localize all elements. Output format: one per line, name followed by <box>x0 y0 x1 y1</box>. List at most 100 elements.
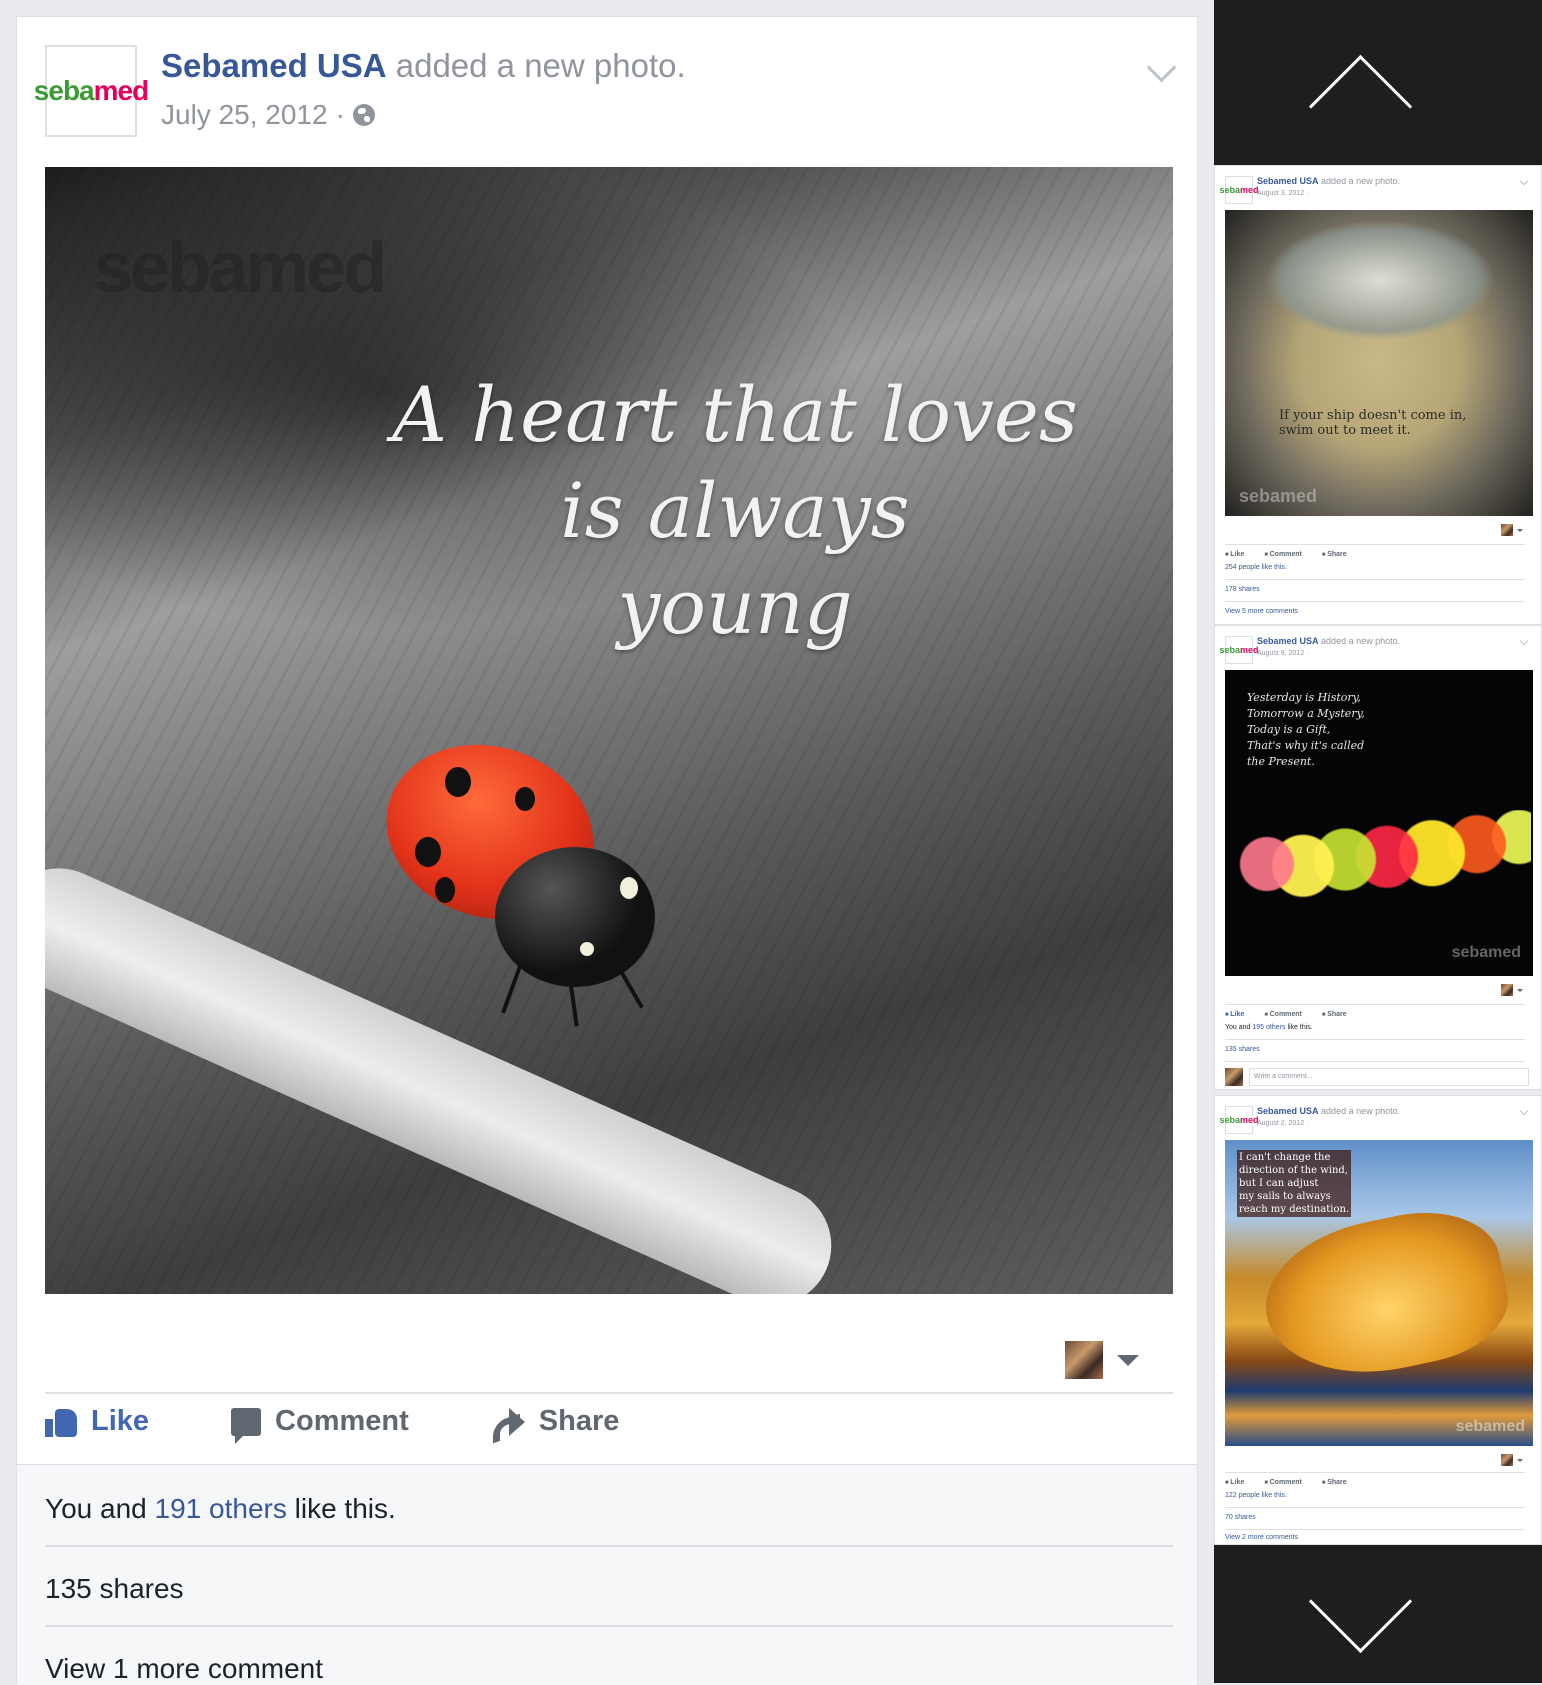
likes-suffix: like this. <box>1287 1024 1313 1031</box>
feedback-section: You and 191 others like this. 135 shares… <box>17 1464 1197 1685</box>
previous-post-button[interactable] <box>1214 0 1542 165</box>
post-date-link[interactable]: August 3, 2012 · <box>1257 190 1308 197</box>
reaction-selector[interactable] <box>1501 984 1523 996</box>
photo-quote-text: I can't change the direction of the wind… <box>1237 1150 1352 1217</box>
post-actions: Like Comment Share <box>1225 544 1525 558</box>
post-action-text: added a new photo. <box>395 47 686 84</box>
likes-suffix: like this. <box>294 1493 396 1524</box>
thumbs-up-icon <box>45 1407 77 1437</box>
share-label: Share <box>538 1405 620 1437</box>
comment-button[interactable]: Comment <box>231 1405 409 1444</box>
feedback-divider <box>45 1545 1173 1547</box>
comment-icon <box>231 1407 262 1444</box>
post-photo[interactable]: If your ship doesn't come in, swim out t… <box>1225 210 1533 516</box>
post-date-link[interactable]: August 9, 2012 · <box>1257 650 1308 657</box>
post-header: Sebamed USA added a new photo. July 25, … <box>161 47 686 131</box>
shares-link[interactable]: 135 shares <box>1225 1046 1260 1053</box>
comment-button[interactable]: Comment <box>1264 551 1302 558</box>
globe-icon[interactable] <box>352 104 375 126</box>
likes-prefix: You and <box>1225 1024 1251 1031</box>
page-name-link[interactable]: Sebamed USA <box>1257 1106 1319 1116</box>
post-options-chevron-icon[interactable] <box>1519 176 1529 186</box>
comment-composer: Write a comment... <box>1225 1068 1529 1086</box>
likes-prefix: You and <box>45 1493 147 1524</box>
preview-post-3[interactable]: seba med Sebamed USA added a new photo. A… <box>1214 1095 1542 1545</box>
post-date-link[interactable]: July 25, 2012 <box>161 99 328 131</box>
post-headline: Sebamed USA added a new photo. <box>161 47 686 85</box>
likes-summary: You and 195 others like this. <box>1225 1024 1313 1031</box>
shares-link[interactable]: 135 shares <box>45 1573 184 1605</box>
like-button[interactable]: Like <box>1225 1011 1244 1018</box>
post-photo[interactable]: sebamed A heart that loves is always you… <box>45 167 1173 1294</box>
reaction-selector[interactable] <box>1501 524 1523 536</box>
feedback-divider <box>1225 1507 1525 1508</box>
post-options-chevron-icon[interactable] <box>1519 1106 1529 1116</box>
feedback-divider <box>1225 579 1525 580</box>
user-avatar <box>1065 1341 1103 1379</box>
shares-link[interactable]: 70 shares <box>1225 1514 1256 1521</box>
like-button[interactable]: Like <box>1225 1479 1244 1486</box>
share-icon <box>491 1407 525 1436</box>
reaction-selector[interactable] <box>1065 1341 1139 1379</box>
shares-link[interactable]: 178 shares <box>1225 586 1260 593</box>
page-name-link[interactable]: Sebamed USA <box>1257 636 1319 646</box>
view-more-comments-link[interactable]: View 2 more comments <box>1225 1534 1298 1541</box>
post-photo[interactable]: I can't change the direction of the wind… <box>1225 1140 1533 1446</box>
post-action-text: added a new photo. <box>1321 176 1401 186</box>
post-options-chevron-icon[interactable] <box>1146 52 1177 83</box>
page-name-link[interactable]: Sebamed USA <box>1257 176 1319 186</box>
comment-button[interactable]: Comment <box>1264 1011 1302 1018</box>
likes-summary[interactable]: 254 people like this. <box>1225 564 1287 571</box>
ladybug-image <box>363 718 695 1027</box>
likes-others-link[interactable]: 191 others <box>155 1493 287 1524</box>
logo-text-med: med <box>93 75 150 106</box>
comment-button[interactable]: Comment <box>1264 1479 1302 1486</box>
feedback-divider <box>1225 1039 1525 1040</box>
preview-post-2[interactable]: seba med Sebamed USA added a new photo. A… <box>1214 625 1542 1090</box>
feedback-divider <box>1225 601 1525 602</box>
comment-label: Comment <box>275 1405 409 1437</box>
share-button[interactable]: Share <box>1322 1479 1346 1486</box>
post-options-chevron-icon[interactable] <box>1519 636 1529 646</box>
comment-input[interactable]: Write a comment... <box>1249 1068 1529 1086</box>
share-button[interactable]: Share <box>491 1405 620 1438</box>
view-more-comments-link[interactable]: View 5 more comments <box>1225 608 1298 615</box>
preview-post-1[interactable]: seba med Sebamed USA added a new photo. A… <box>1214 165 1542 625</box>
page-avatar[interactable]: seba med <box>1219 636 1259 664</box>
likes-summary[interactable]: 122 people like this. <box>1225 1492 1287 1499</box>
page-name-link[interactable]: Sebamed USA <box>161 47 387 84</box>
share-button[interactable]: Share <box>1322 1011 1346 1018</box>
caret-down-icon <box>1517 988 1523 992</box>
page-avatar[interactable]: seba med <box>34 45 149 137</box>
likes-others-link[interactable]: 195 others <box>1252 1024 1285 1031</box>
post-actions: Like Comment Share <box>1225 1004 1525 1018</box>
caret-down-icon[interactable] <box>1117 1354 1139 1366</box>
like-label: Like <box>91 1405 150 1437</box>
caret-down-icon <box>1517 528 1523 532</box>
view-more-comments-link[interactable]: View 1 more comment <box>45 1653 323 1685</box>
post-action-text: added a new photo. <box>1321 1106 1401 1116</box>
post-headline: Sebamed USA added a new photo. <box>1257 1106 1400 1116</box>
page-avatar[interactable]: seba med <box>1219 1106 1259 1134</box>
photo-quote-text: If your ship doesn't come in, swim out t… <box>1279 408 1467 438</box>
feedback-divider <box>1225 1529 1525 1530</box>
post-photo[interactable]: Yesterday is History, Tomorrow a Mystery… <box>1225 670 1533 976</box>
feedback-divider <box>45 1625 1173 1627</box>
user-avatar <box>1225 1068 1243 1086</box>
post-actions: Like Comment Share <box>1225 1472 1525 1486</box>
chevron-down-icon <box>1308 1549 1413 1654</box>
post-actions: Like Comment Share <box>45 1405 701 1444</box>
next-post-button[interactable] <box>1214 1545 1542 1683</box>
post-navigator: seba med Sebamed USA added a new photo. A… <box>1214 0 1542 1683</box>
like-button[interactable]: Like <box>1225 551 1244 558</box>
feedback-divider <box>1225 1061 1525 1062</box>
main-post-card: seba med Sebamed USA added a new photo. J… <box>16 16 1198 1685</box>
share-button[interactable]: Share <box>1322 551 1346 558</box>
reaction-selector[interactable] <box>1501 1454 1523 1466</box>
page-avatar[interactable]: seba med <box>1219 176 1259 204</box>
photo-watermark: sebamed <box>93 228 387 308</box>
photo-quote-text: A heart that loves is always young <box>392 370 1078 651</box>
post-date-link[interactable]: August 2, 2012 · <box>1257 1120 1308 1127</box>
like-button[interactable]: Like <box>45 1405 149 1438</box>
photo-quote-text: Yesterday is History, Tomorrow a Mystery… <box>1247 691 1365 768</box>
